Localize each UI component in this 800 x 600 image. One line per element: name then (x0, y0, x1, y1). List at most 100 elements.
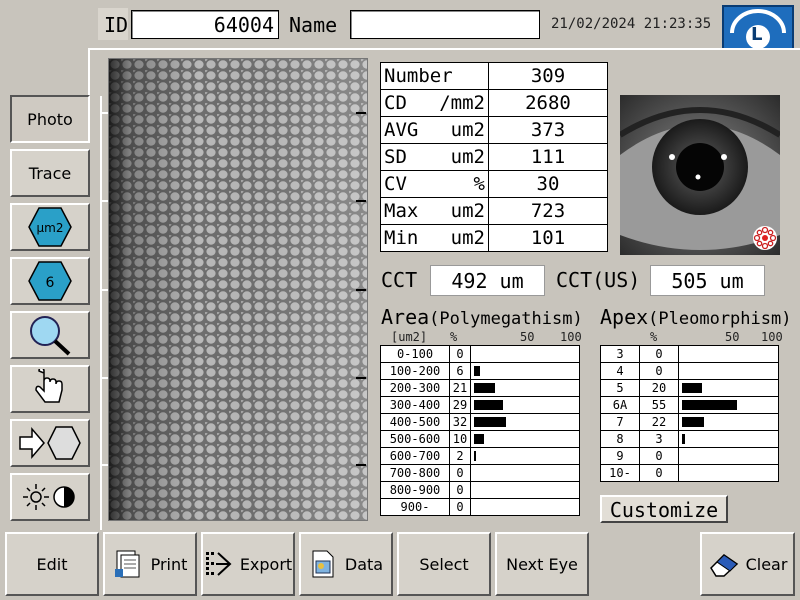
print-button[interactable]: Print (103, 532, 197, 596)
hexagon-6-icon: 6 (28, 261, 72, 301)
stat-unit: /mm2 (439, 92, 485, 114)
stat-unit: um2 (450, 119, 485, 141)
hist-bar-cell (470, 430, 580, 448)
stat-row: Max um2 723 (380, 197, 608, 225)
eye-photo (620, 95, 780, 255)
data-file-icon (312, 550, 334, 578)
hist-row: 200-300 21 (380, 379, 580, 397)
hist-bin-label: 7 (600, 413, 640, 431)
hist-bin-percent: 0 (639, 345, 679, 363)
hist-bin-percent: 0 (639, 447, 679, 465)
hist-bar (682, 383, 702, 393)
hist-row: 900- 0 (380, 498, 580, 516)
photo-button[interactable]: Photo (10, 95, 90, 143)
trace-label: Trace (28, 163, 72, 183)
stat-label: Min um2 (380, 224, 489, 252)
stat-row: SD um2 111 (380, 143, 608, 171)
stat-name: Min (384, 227, 419, 249)
hist-row: 400-500 32 (380, 413, 580, 431)
id-field[interactable]: 64004 (131, 10, 279, 39)
statistics-table: Number 309 CD/mm2 2680 AVG um2 373 SD um2 111 CV% 3… (380, 62, 608, 252)
hist-bin-label: 3 (600, 345, 640, 363)
hand-tool-button[interactable] (10, 365, 90, 413)
hist-bar-cell (678, 396, 779, 414)
scale-tick (100, 200, 108, 202)
data-button[interactable]: Data (299, 532, 393, 596)
scale-tick (356, 377, 366, 379)
area-pct-col: % (450, 330, 458, 344)
hist-bar (474, 417, 506, 427)
next-eye-button[interactable]: Next Eye (495, 532, 589, 596)
hist-bin-percent: 10 (449, 430, 471, 448)
photo-label: Photo (27, 109, 73, 129)
hist-bin-percent: 0 (449, 464, 471, 482)
stat-name: Number (384, 65, 453, 87)
export-button[interactable]: Export (201, 532, 295, 596)
hist-bar (474, 434, 484, 444)
next-eye-label: Next Eye (506, 554, 578, 574)
cct-us-label: CCT(US) (556, 268, 641, 292)
hist-bar-cell (470, 379, 580, 397)
hist-bin-label: 900- (380, 498, 450, 516)
hand-pointer-icon (35, 369, 63, 403)
hist-row: 600-700 2 (380, 447, 580, 465)
hist-row: 10- 0 (600, 464, 779, 482)
stat-label: SD um2 (380, 143, 489, 171)
area-icon-text: μm2 (37, 221, 64, 235)
customize-button[interactable]: Customize (600, 495, 728, 523)
hist-bin-percent: 3 (639, 430, 679, 448)
select-label: Select (419, 554, 469, 574)
apex-subtitle: (Pleomorphism) (648, 309, 792, 329)
eye-letter: L (751, 24, 763, 45)
stat-row: CD/mm2 2680 (380, 89, 608, 117)
apex-tool-button[interactable]: 6 (10, 257, 90, 305)
hist-bin-percent: 22 (639, 413, 679, 431)
name-field[interactable] (350, 10, 540, 39)
apex-scale-max: 100 (761, 330, 783, 344)
stat-name: CV (384, 173, 407, 195)
endothelial-cell-image[interactable] (108, 58, 368, 521)
id-label: ID (104, 13, 129, 37)
hist-bar-cell (470, 345, 580, 363)
panel-tab (88, 48, 102, 96)
hist-bar (682, 417, 704, 427)
hist-bin-percent: 55 (639, 396, 679, 414)
trace-button[interactable]: Trace (10, 149, 90, 197)
brightness-contrast-button[interactable] (10, 473, 90, 521)
clear-label: Clear (745, 554, 788, 574)
export-icon (205, 552, 232, 576)
stat-name: Max (384, 200, 419, 222)
clear-button[interactable]: Clear (700, 532, 795, 596)
hist-bar-cell (470, 447, 580, 465)
select-button[interactable]: Select (397, 532, 491, 596)
stat-row: AVG um2 373 (380, 116, 608, 144)
hist-bin-label: 200-300 (380, 379, 450, 397)
area-tool-button[interactable]: μm2 (10, 203, 90, 251)
hist-bar-cell (470, 413, 580, 431)
zoom-button[interactable] (10, 311, 90, 359)
stat-value: 111 (488, 143, 608, 171)
edit-button[interactable]: Edit (5, 532, 99, 596)
hist-row: 90 (600, 447, 779, 465)
fixation-target-icon (753, 226, 777, 250)
printer-icon (114, 550, 140, 578)
hist-bin-label: 500-600 (380, 430, 450, 448)
datetime: 21/02/2024 21:23:35 (551, 16, 712, 32)
apex-histogram: 3 0 4 0 5 20 6A 55 7 22 8 3 9 0 10- 0 (600, 345, 779, 482)
hist-bin-percent: 0 (639, 362, 679, 380)
hist-bin-label: 8 (600, 430, 640, 448)
area-scale-mid: 50 (520, 330, 535, 344)
hist-bar-cell (678, 379, 779, 397)
scale-tick (100, 377, 108, 379)
hist-bar (474, 400, 503, 410)
hist-row: 83 (600, 430, 779, 448)
hist-bin-label: 300-400 (380, 396, 450, 414)
hist-row: 300-400 29 (380, 396, 580, 414)
arrow-hexagon-button[interactable] (10, 419, 90, 467)
hist-row: 6A 55 (600, 396, 779, 414)
hist-row: 40 (600, 362, 779, 380)
stat-row: Number 309 (380, 62, 608, 90)
apex-title: Apex (600, 305, 649, 329)
edit-label: Edit (36, 554, 68, 574)
cct-us-value: 505 um (650, 265, 765, 296)
